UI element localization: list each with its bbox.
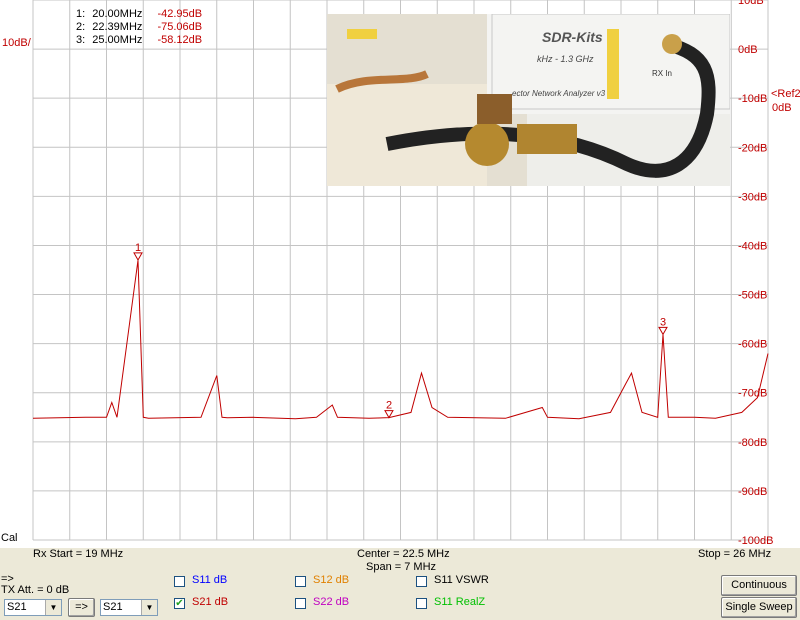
y-tick-label: -40dB	[738, 240, 767, 252]
photo-range: kHz - 1.3 GHz	[537, 54, 594, 64]
y-tick-label: -100dB	[738, 535, 773, 547]
ref-label: <Ref2	[771, 88, 800, 100]
right-parameter-select[interactable]: S21 ▼	[100, 599, 158, 616]
marker-triangle	[658, 326, 668, 336]
y-tick-label: -10dB	[738, 93, 767, 105]
marker-level: -75.06dB	[157, 21, 203, 33]
dropdown-arrow-icon[interactable]: ▼	[45, 600, 61, 615]
scale-label: 10dB/	[2, 37, 31, 49]
y-tick-label: -20dB	[738, 142, 767, 154]
marker-id: 1:	[76, 8, 86, 20]
marker-triangle	[133, 252, 143, 261]
s11-vswr-label: S11 VSWR	[434, 574, 489, 586]
marker-readout-2: 2: 22.39MHz -75.06dB	[76, 21, 202, 33]
s11-realz-label: S11 RealZ	[434, 596, 486, 608]
marker-id: 3:	[76, 34, 86, 46]
ref-value: 0dB	[772, 102, 792, 114]
checkmark-icon: ✔	[175, 598, 184, 609]
s11-realz-checkbox[interactable]	[416, 598, 427, 609]
s11-db-label: S11 dB	[192, 574, 228, 586]
marker-level: -58.12dB	[157, 34, 203, 46]
marker-readout-3: 3: 25.00MHz -58.12dB	[76, 34, 202, 46]
y-tick-label: 10dB	[738, 0, 764, 7]
dropdown-arrow-icon[interactable]: ▼	[141, 600, 157, 615]
y-tick-label: -30dB	[738, 191, 767, 203]
photo-device-name: ector Network Analyzer v3	[512, 89, 606, 98]
marker-readout-1: 1: 20.00MHz -42.95dB	[76, 8, 202, 20]
span-label: Span = 7 MHz	[366, 561, 437, 573]
stop-label: Stop = 26 MHz	[698, 548, 772, 560]
marker-level: -42.95dB	[157, 8, 203, 20]
photo-brand: SDR-Kits	[542, 29, 603, 45]
y-tick-label: -80dB	[738, 437, 767, 449]
y-tick-label: -60dB	[738, 339, 767, 351]
marker-freq: 25.00MHz	[92, 34, 143, 46]
plot-area[interactable]: 10dB 0dB -10dB -20dB -30dB -40dB -50dB -60dB -70…	[0, 0, 800, 548]
s21-db-label: S21 dB	[192, 596, 229, 608]
y-tick-label: -50dB	[738, 290, 767, 302]
marker-freq: 20.00MHz	[92, 8, 143, 20]
y-tick-label: -90dB	[738, 486, 767, 498]
left-parameter-select[interactable]: S21 ▼	[4, 599, 62, 616]
y-tick-label: 0dB	[738, 44, 758, 56]
center-label: Center = 22.5 MHz	[357, 548, 450, 560]
rx-start-label: Rx Start = 19 MHz	[33, 548, 124, 560]
y-tick-label: -70dB	[738, 388, 767, 400]
device-photo: SDR-Kits kHz - 1.3 GHz RX In ector Netwo…	[327, 14, 730, 186]
right-select-value: S21	[103, 601, 123, 613]
marker-label: 3	[660, 316, 666, 328]
s21-db-checkbox[interactable]: ✔	[174, 598, 185, 609]
photo-overlay: SDR-Kits kHz - 1.3 GHz RX In ector Netwo…	[327, 14, 730, 186]
s11-vswr-checkbox[interactable]	[416, 576, 427, 587]
cal-label: Cal	[1, 532, 18, 544]
marker-id: 2:	[76, 21, 86, 33]
photo-rx-in: RX In	[652, 69, 672, 78]
s12-db-checkbox[interactable]	[295, 576, 306, 587]
left-select-value: S21	[7, 601, 27, 613]
tx-att-label: TX Att. = 0 dB	[1, 584, 70, 596]
s22-db-label: S22 dB	[313, 596, 350, 608]
s22-db-checkbox[interactable]	[295, 598, 306, 609]
single-sweep-button[interactable]: Single Sweep	[721, 597, 797, 618]
continuous-button[interactable]: Continuous	[721, 575, 797, 596]
marker-label: 1	[135, 242, 141, 254]
s12-db-label: S12 dB	[313, 574, 350, 586]
marker-label: 2	[386, 400, 392, 412]
transfer-button[interactable]: =>	[68, 598, 95, 617]
s11-db-checkbox[interactable]	[174, 576, 185, 587]
marker-freq: 22.39MHz	[92, 21, 143, 33]
